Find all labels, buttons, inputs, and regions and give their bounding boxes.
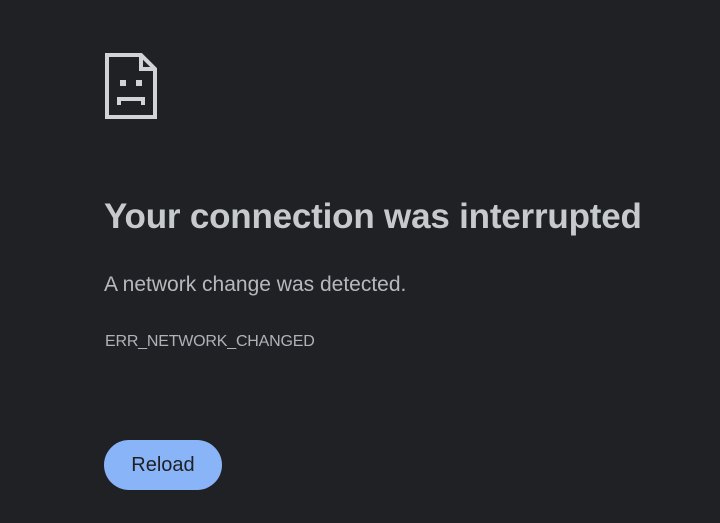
page-title: Your connection was interrupted <box>104 197 642 236</box>
sad-document-icon <box>104 52 158 120</box>
reload-button[interactable]: Reload <box>104 440 222 490</box>
error-page: Your connection was interrupted A networ… <box>0 0 720 523</box>
error-message: A network change was detected. <box>104 273 407 296</box>
error-code: ERR_NETWORK_CHANGED <box>105 333 315 350</box>
